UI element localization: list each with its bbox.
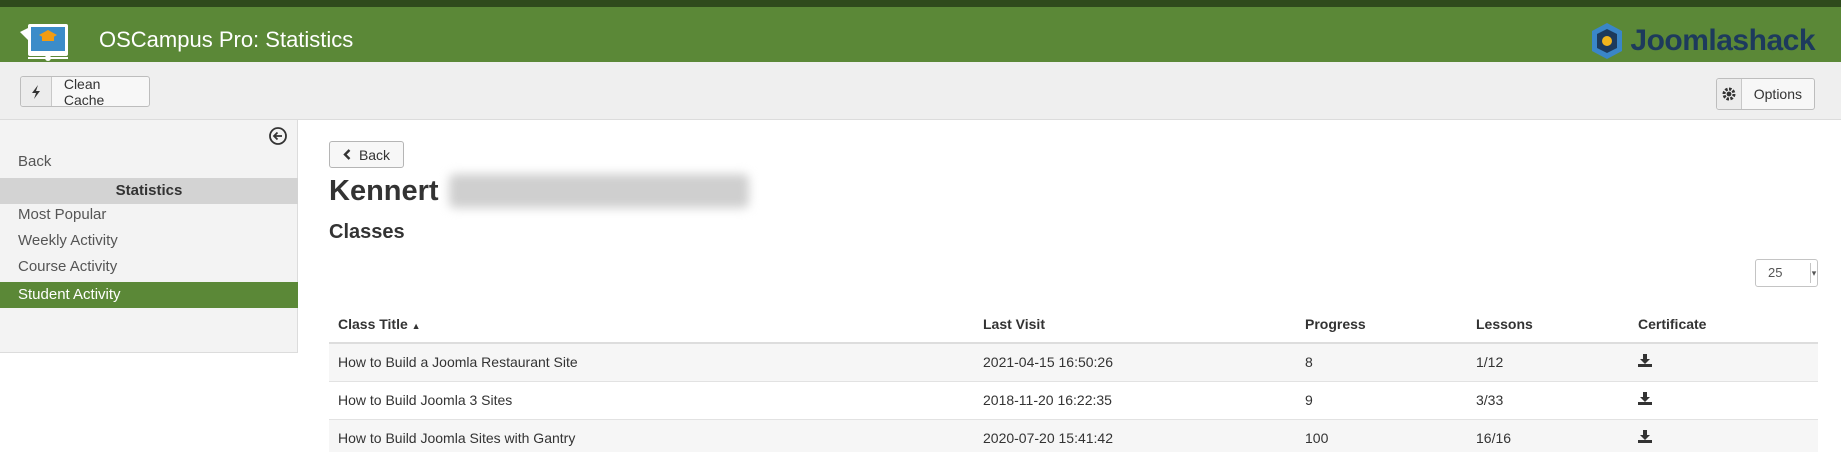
certificate-cell (1629, 381, 1818, 420)
sidebar-item-weekly-activity[interactable]: Weekly Activity (0, 228, 298, 254)
student-first-name: Kennert (329, 174, 439, 207)
lessons: 1/12 (1467, 343, 1629, 382)
lessons: 16/16 (1467, 419, 1629, 452)
download-icon[interactable] (1638, 392, 1652, 405)
certificate-cell (1629, 419, 1818, 452)
sidebar: Back Statistics Most Popular Weekly Acti… (0, 120, 298, 353)
gear-icon (1717, 79, 1742, 109)
last-visit: 2020-07-20 15:41:42 (974, 419, 1296, 452)
app-header: OSCampus Pro: Statistics Joomlashack (0, 0, 1841, 62)
table-header-row: Class Title ▲ Last Visit Progress Lesson… (329, 306, 1818, 344)
back-button[interactable]: Back (329, 141, 404, 168)
download-icon[interactable] (1638, 354, 1652, 368)
back-label: Back (358, 146, 391, 163)
column-progress[interactable]: Progress (1296, 306, 1467, 344)
table-row: How to Build a Joomla Restaurant Site 20… (329, 343, 1818, 382)
table-row: How to Build Joomla Sites with Gantry 20… (329, 419, 1818, 452)
classes-table: Class Title ▲ Last Visit Progress Lesson… (329, 306, 1818, 452)
graduation-cap-icon (20, 24, 68, 61)
sidebar-item-course-activity[interactable]: Course Activity (0, 254, 298, 280)
sidebar-item-back[interactable]: Back (0, 149, 298, 175)
options-button[interactable]: Options (1716, 78, 1815, 110)
student-name: Kennert (329, 174, 749, 208)
class-title: How to Build Joomla 3 Sites (329, 381, 974, 420)
class-title: How to Build Joomla Sites with Gantry (329, 419, 974, 452)
certificate-cell (1629, 343, 1818, 382)
brand-name: Joomlashack (1630, 24, 1815, 57)
options-label: Options (1753, 86, 1802, 102)
clean-cache-label: Clean Cache (63, 75, 105, 108)
sort-asc-icon: ▲ (411, 321, 421, 331)
redacted-surname (448, 174, 749, 208)
progress: 100 (1296, 419, 1467, 452)
caret-down-icon: ▾ (1810, 263, 1817, 283)
list-limit-select[interactable]: 25 ▾ (1755, 259, 1818, 287)
last-visit: 2018-11-20 16:22:35 (974, 381, 1296, 420)
joomlashack-logo-icon (1592, 23, 1623, 59)
column-certificate: Certificate (1629, 306, 1818, 344)
column-lessons[interactable]: Lessons (1467, 306, 1629, 344)
sidebar-item-student-activity[interactable]: Student Activity (0, 282, 298, 308)
toolbar: Clean Cache Options (0, 62, 1841, 120)
chevron-left-icon (343, 149, 351, 160)
brand-logo: Joomlashack (1590, 21, 1815, 61)
list-limit-value: 25 (1768, 265, 1783, 280)
progress: 9 (1296, 381, 1467, 420)
flash-icon (21, 77, 52, 106)
sidebar-item-most-popular[interactable]: Most Popular (0, 202, 298, 228)
collapse-sidebar-icon[interactable] (268, 126, 288, 146)
sidebar-heading-statistics: Statistics (0, 178, 298, 204)
section-title: Classes (329, 221, 405, 243)
column-class-title[interactable]: Class Title ▲ (329, 306, 974, 344)
table-row: How to Build Joomla 3 Sites 2018-11-20 1… (329, 381, 1818, 420)
last-visit: 2021-04-15 16:50:26 (974, 343, 1296, 382)
download-icon[interactable] (1638, 430, 1652, 443)
column-last-visit[interactable]: Last Visit (974, 306, 1296, 344)
class-title: How to Build a Joomla Restaurant Site (329, 343, 974, 382)
page-title: OSCampus Pro: Statistics (99, 27, 354, 52)
lessons: 3/33 (1467, 381, 1629, 420)
clean-cache-button[interactable]: Clean Cache (20, 75, 150, 108)
progress: 8 (1296, 343, 1467, 382)
